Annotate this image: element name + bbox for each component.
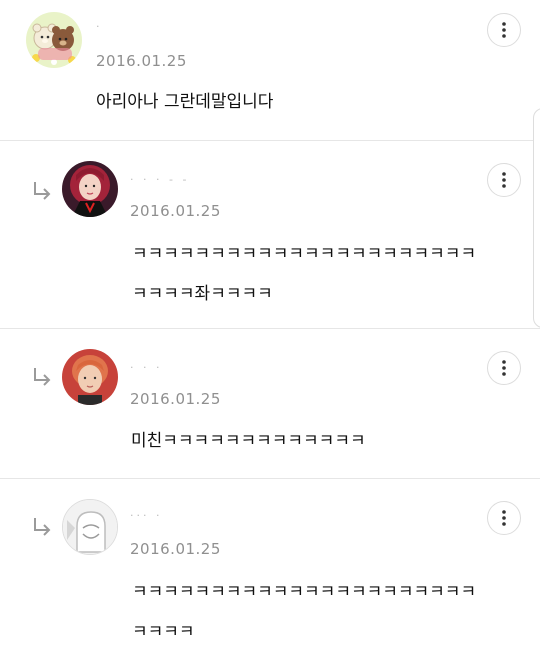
more-vertical-icon bbox=[502, 510, 506, 526]
reply-arrow-icon bbox=[31, 515, 53, 537]
reply-comment-item: · · · - - 2016.01.25 ㅋㅋㅋㅋㅋㅋㅋㅋㅋㅋㅋㅋㅋㅋㅋㅋㅋㅋㅋ… bbox=[0, 141, 540, 329]
more-vertical-icon bbox=[502, 172, 506, 188]
more-options-button[interactable] bbox=[487, 501, 521, 535]
reply-arrow-icon bbox=[31, 179, 53, 201]
comment-date: 2016.01.25 bbox=[130, 540, 221, 558]
avatar[interactable] bbox=[62, 161, 118, 217]
avatar[interactable] bbox=[62, 349, 118, 405]
more-options-button[interactable] bbox=[487, 13, 521, 47]
comment-date: 2016.01.25 bbox=[130, 390, 221, 408]
comment-date: 2016.01.25 bbox=[96, 52, 187, 70]
comment-date: 2016.01.25 bbox=[130, 202, 221, 220]
more-options-button[interactable] bbox=[487, 351, 521, 385]
more-vertical-icon bbox=[502, 360, 506, 376]
comment-username[interactable]: · · · - - bbox=[130, 173, 189, 186]
more-vertical-icon bbox=[502, 22, 506, 38]
more-options-button[interactable] bbox=[487, 163, 521, 197]
avatar[interactable] bbox=[62, 499, 118, 555]
comment-username[interactable]: · · · bbox=[130, 361, 162, 374]
comment-text: ㅋㅋㅋㅋㅋㅋㅋㅋㅋㅋㅋㅋㅋㅋㅋㅋㅋㅋㅋㅋㅋㅋㅋㅋㅋㅋ좌ㅋㅋㅋㅋ bbox=[132, 244, 477, 304]
comment-username[interactable]: ··· · bbox=[130, 509, 162, 522]
red-hair-portrait-avatar-icon bbox=[62, 161, 118, 217]
comment-text: 아리아나 그란데말입니다 bbox=[96, 92, 274, 112]
comment-username[interactable]: · bbox=[96, 20, 103, 33]
reply-comment-item: · · · 2016.01.25 미친ㅋㅋㅋㅋㅋㅋㅋㅋㅋㅋㅋㅋㅋ bbox=[0, 329, 540, 479]
comment-text: 미친ㅋㅋㅋㅋㅋㅋㅋㅋㅋㅋㅋㅋㅋ bbox=[131, 431, 366, 451]
reply-arrow-icon bbox=[31, 365, 53, 387]
portrait-avatar-icon bbox=[62, 349, 118, 405]
comment-item: · 2016.01.25 아리아나 그란데말입니다 bbox=[0, 0, 540, 141]
scroll-edge-panel[interactable] bbox=[533, 108, 540, 328]
reply-comment-item: ··· · 2016.01.25 ㅋㅋㅋㅋㅋㅋㅋㅋㅋㅋㅋㅋㅋㅋㅋㅋㅋㅋㅋㅋㅋㅋㅋ… bbox=[0, 479, 540, 668]
comment-text: ㅋㅋㅋㅋㅋㅋㅋㅋㅋㅋㅋㅋㅋㅋㅋㅋㅋㅋㅋㅋㅋㅋㅋㅋㅋㅋ bbox=[132, 582, 477, 642]
bear-pair-avatar-icon bbox=[26, 12, 82, 68]
default-ghost-avatar-icon bbox=[63, 500, 117, 554]
avatar[interactable] bbox=[26, 12, 82, 68]
